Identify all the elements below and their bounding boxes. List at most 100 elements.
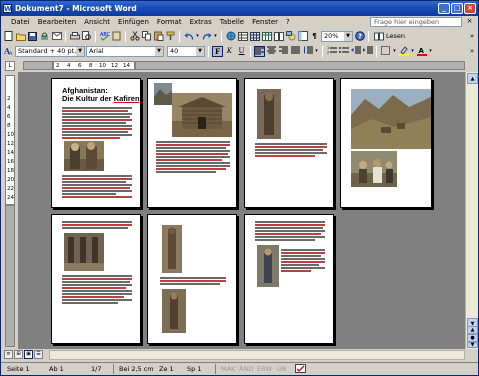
menu-extras[interactable]: Extras xyxy=(186,18,216,26)
print-icon[interactable] xyxy=(69,31,80,42)
horizontal-scrollbar[interactable] xyxy=(49,350,465,360)
page-4[interactable] xyxy=(340,78,432,208)
columns-icon[interactable] xyxy=(273,31,284,42)
document-map-icon[interactable] xyxy=(297,31,308,42)
spellcheck-icon[interactable]: ABC xyxy=(99,31,110,42)
undo-icon[interactable] xyxy=(183,31,194,42)
bold-button[interactable]: F xyxy=(212,45,223,57)
text-line xyxy=(281,255,321,257)
horizontal-ruler[interactable]: 2 4 6 8 10 12 14 xyxy=(53,61,135,70)
web-view-icon[interactable]: ⊞ xyxy=(14,350,23,359)
font-color-dropdown-icon[interactable]: ▾ xyxy=(428,46,433,57)
scroll-up-icon[interactable]: ▲ xyxy=(467,73,478,84)
hyperlink-icon[interactable] xyxy=(225,31,236,42)
redo-dropdown-icon[interactable]: ▾ xyxy=(213,31,218,42)
text-line xyxy=(255,143,327,145)
status-extend[interactable]: ERW xyxy=(257,365,272,373)
line-spacing-dropdown-icon[interactable]: ▾ xyxy=(314,46,319,57)
new-doc-icon[interactable] xyxy=(3,31,14,42)
borders-dropdown-icon[interactable]: ▾ xyxy=(392,46,397,57)
zoom-select[interactable]: 20% ▼ xyxy=(321,30,353,42)
tables-borders-icon[interactable] xyxy=(237,31,248,42)
research-icon[interactable] xyxy=(111,31,122,42)
italic-button[interactable]: K xyxy=(224,46,235,57)
bullets-icon[interactable] xyxy=(338,46,349,57)
page-2[interactable] xyxy=(147,78,237,208)
menu-bearbeiten[interactable]: Bearbeiten xyxy=(34,18,80,26)
page-1[interactable]: Afghanistan: Die Kultur der Kafiren xyxy=(51,78,141,208)
document-close-icon[interactable]: × xyxy=(465,17,474,26)
menu-ansicht[interactable]: Ansicht xyxy=(80,18,114,26)
formatting-toolbar: AA Standard + 40 pt, F ▼ Arial ▼ 40 ▼ F … xyxy=(3,44,476,58)
drawing-icon[interactable] xyxy=(285,31,296,42)
menu-tabelle[interactable]: Tabelle xyxy=(216,18,248,26)
outline-view-icon[interactable]: ☰ xyxy=(34,350,43,359)
help-icon[interactable]: ? xyxy=(354,31,365,42)
style-select[interactable]: Standard + 40 pt, F ▼ xyxy=(15,45,85,57)
menu-einfuegen[interactable]: Einfügen xyxy=(114,18,153,26)
undo-dropdown-icon[interactable]: ▾ xyxy=(195,31,200,42)
font-size-select[interactable]: 40 ▼ xyxy=(167,45,205,57)
text-line xyxy=(62,175,132,177)
page-3[interactable] xyxy=(244,78,334,208)
excel-icon[interactable] xyxy=(261,31,272,42)
highlight-icon[interactable] xyxy=(398,45,409,57)
borders-icon[interactable] xyxy=(380,45,391,57)
previous-page-icon[interactable]: ▲ xyxy=(467,326,478,334)
text-line xyxy=(62,116,130,118)
line-spacing-icon[interactable] xyxy=(302,46,313,57)
permission-icon[interactable] xyxy=(39,31,50,42)
next-page-icon[interactable]: ▼ xyxy=(467,342,478,348)
save-icon[interactable] xyxy=(27,31,38,42)
maximize-icon[interactable]: □ xyxy=(451,3,463,14)
table-icon[interactable] xyxy=(249,31,260,42)
text-line xyxy=(62,196,132,198)
menu-fenster[interactable]: Fenster xyxy=(248,18,282,26)
spelling-status-icon[interactable] xyxy=(295,364,307,376)
justify-icon[interactable] xyxy=(290,46,301,57)
status-track-changes[interactable]: ÄND xyxy=(239,365,253,373)
format-painter-icon[interactable] xyxy=(165,31,176,42)
pilcrow-icon[interactable]: ¶ xyxy=(309,31,320,42)
toolbar-options-icon[interactable]: » xyxy=(468,31,476,42)
browse-object-icon[interactable]: ● xyxy=(467,334,478,342)
decrease-indent-icon[interactable] xyxy=(350,46,361,57)
font-color-icon[interactable]: A xyxy=(416,46,427,57)
preview-icon[interactable] xyxy=(81,31,92,42)
toolbar-options-icon[interactable]: » xyxy=(468,46,476,57)
status-overtype[interactable]: ÜB xyxy=(277,365,286,373)
vertical-ruler[interactable]: 2 4 6 8 10 12 14 16 18 20 22 24 xyxy=(5,75,15,205)
tab-selector-icon[interactable]: L xyxy=(5,61,15,71)
vertical-scrollbar[interactable]: ▲ ▼ ▲ ● ▼ xyxy=(465,72,478,349)
view-buttons: ≡ ⊞ ▣ ☰ xyxy=(4,350,43,359)
align-right-icon[interactable] xyxy=(278,46,289,57)
normal-view-icon[interactable]: ≡ xyxy=(4,350,13,359)
open-icon[interactable] xyxy=(15,31,26,42)
increase-indent-icon[interactable] xyxy=(362,46,373,57)
styles-pane-icon[interactable]: AA xyxy=(3,46,14,57)
numbering-icon[interactable]: 12 xyxy=(326,46,337,57)
copy-icon[interactable] xyxy=(141,31,152,42)
highlight-dropdown-icon[interactable]: ▾ xyxy=(410,46,415,57)
page-6[interactable] xyxy=(147,214,237,344)
mail-icon[interactable] xyxy=(51,31,62,42)
menu-datei[interactable]: Datei xyxy=(7,18,34,26)
paste-icon[interactable] xyxy=(153,31,164,42)
menu-help[interactable]: ? xyxy=(282,18,294,26)
page-5[interactable] xyxy=(51,214,141,344)
underline-button[interactable]: U xyxy=(236,46,247,57)
document-workspace[interactable]: Afghanistan: Die Kultur der Kafiren xyxy=(18,72,465,349)
font-select[interactable]: Arial ▼ xyxy=(86,45,164,57)
close-icon[interactable]: × xyxy=(464,3,476,14)
read-button[interactable]: Lesen xyxy=(372,31,407,42)
help-search-input[interactable]: Frage hier eingeben xyxy=(370,17,462,27)
align-center-icon[interactable] xyxy=(266,46,277,57)
redo-icon[interactable] xyxy=(201,31,212,42)
align-left-icon[interactable] xyxy=(254,45,265,57)
minimize-icon[interactable]: _ xyxy=(438,3,450,14)
cut-icon[interactable] xyxy=(129,31,140,42)
menu-format[interactable]: Format xyxy=(153,18,186,26)
status-macro-record[interactable]: MAK xyxy=(221,365,235,373)
page-7[interactable] xyxy=(244,214,334,344)
print-layout-icon[interactable]: ▣ xyxy=(24,350,33,359)
